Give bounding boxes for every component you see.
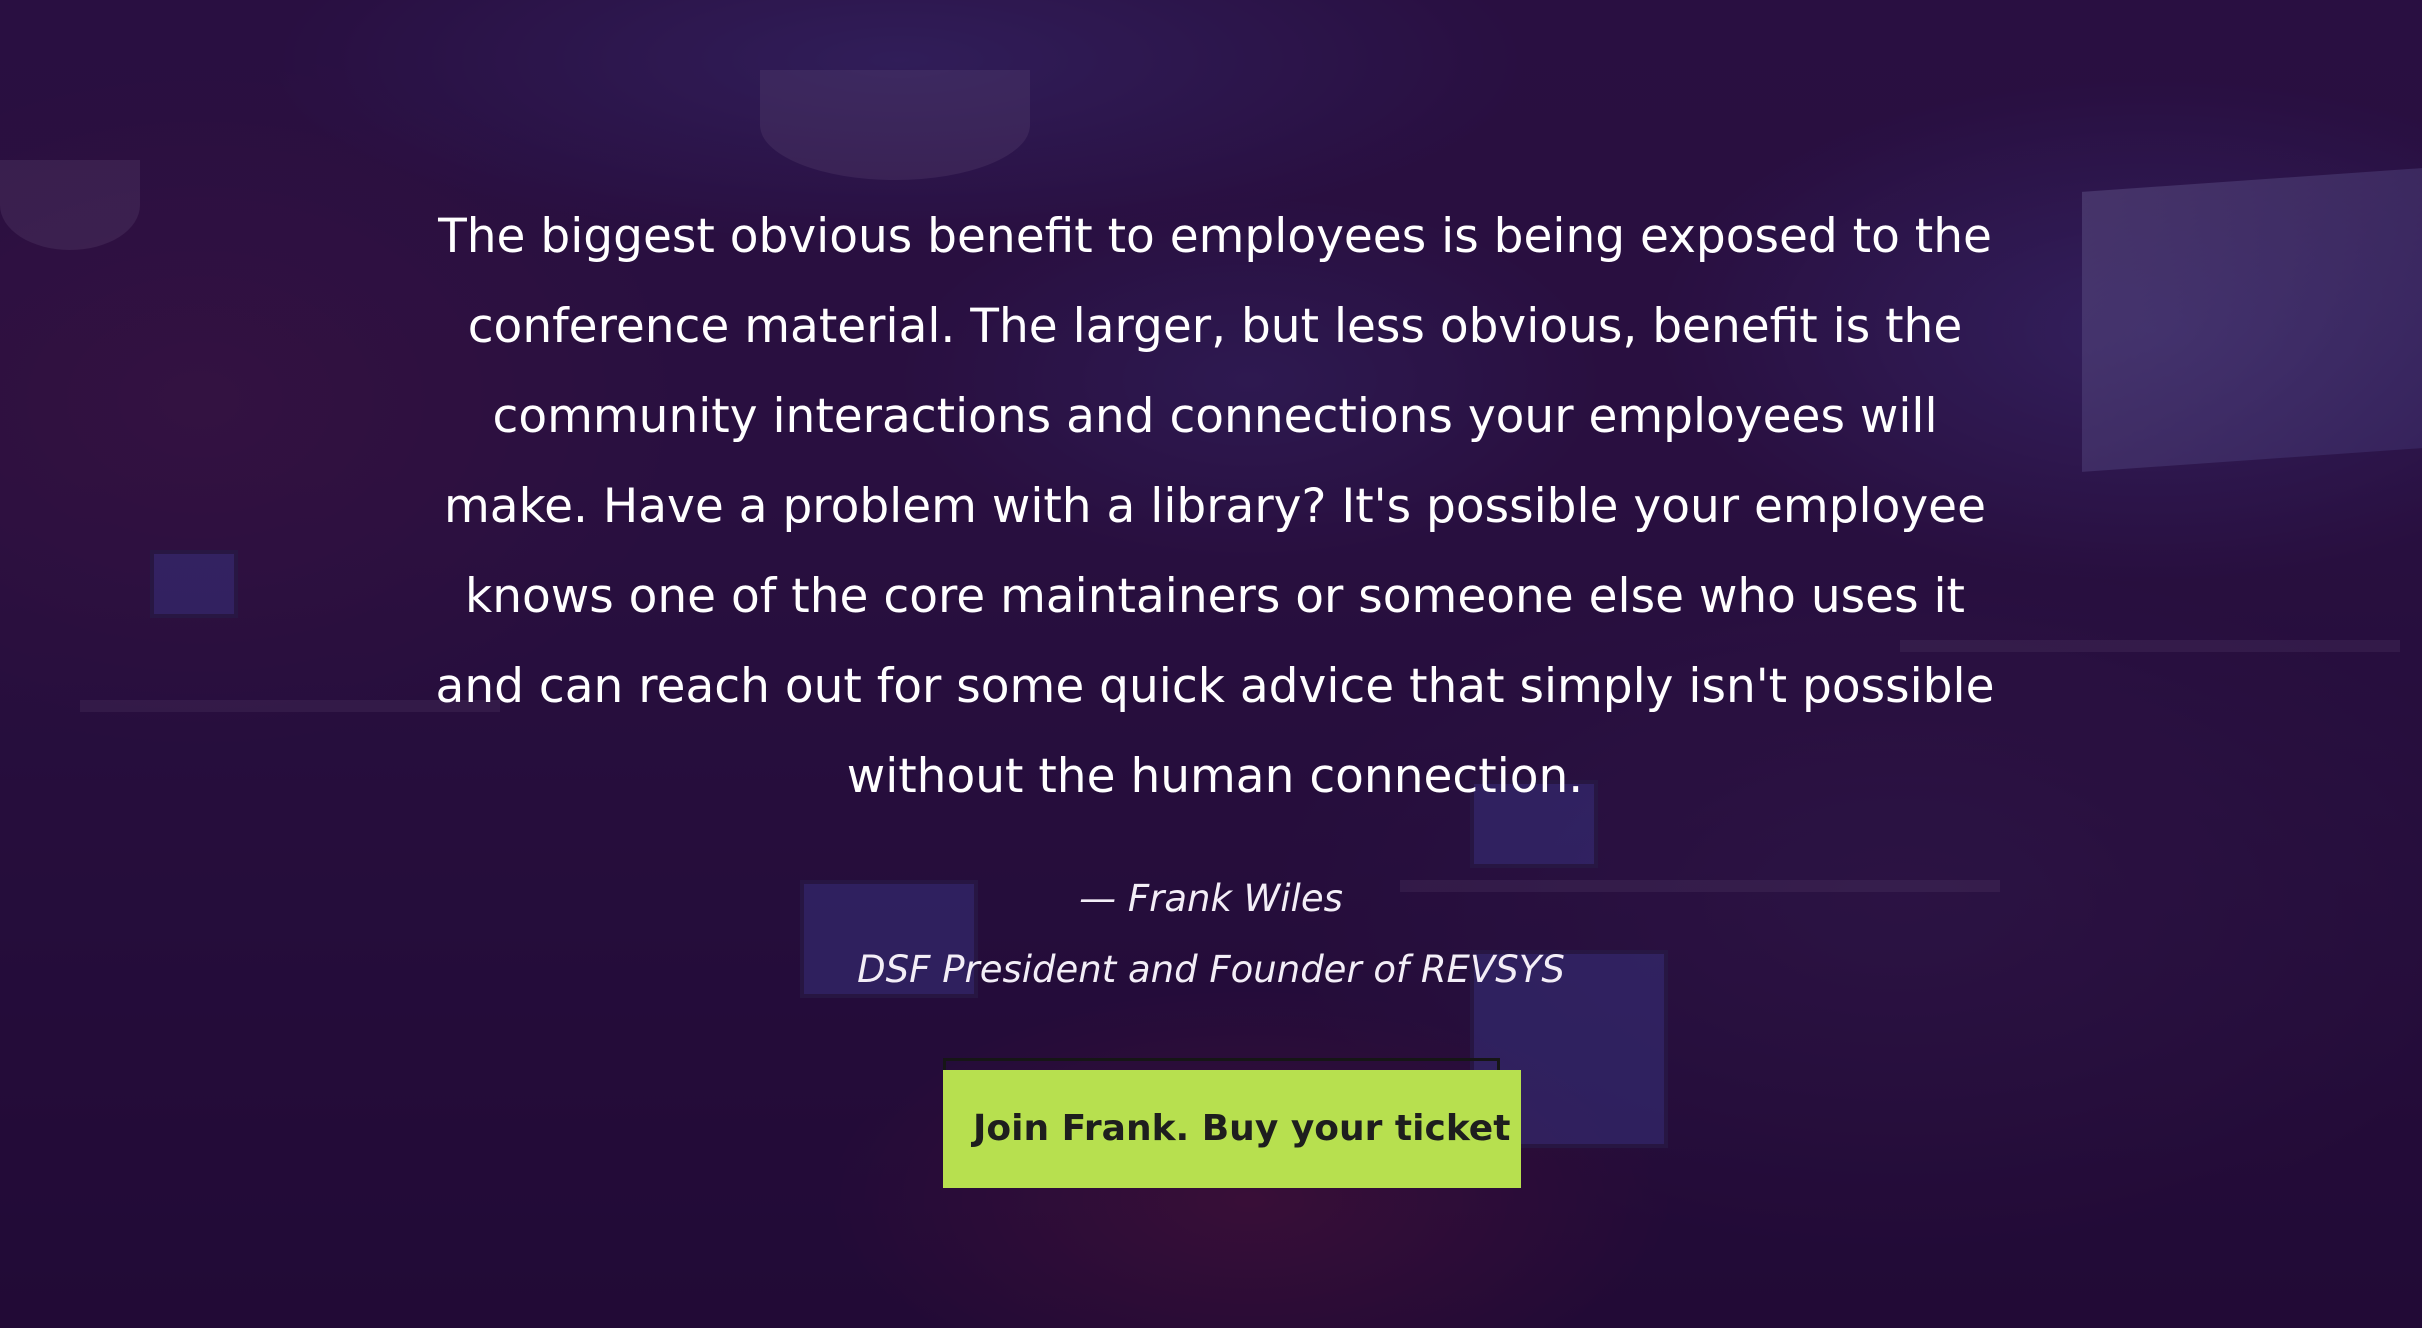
- testimonial-content: The biggest obvious benefit to employees…: [0, 0, 2422, 1328]
- testimonial-hero: The biggest obvious benefit to employees…: [0, 0, 2422, 1328]
- testimonial-author: — Frank Wiles: [1079, 877, 1343, 920]
- cta-container: Join Frank. Buy your ticket: [943, 1058, 1521, 1188]
- testimonial-quote: The biggest obvious benefit to employees…: [435, 209, 1995, 804]
- testimonial-author-title: DSF President and Founder of REVSYS: [857, 948, 1565, 991]
- buy-ticket-button[interactable]: Join Frank. Buy your ticket: [943, 1070, 1521, 1188]
